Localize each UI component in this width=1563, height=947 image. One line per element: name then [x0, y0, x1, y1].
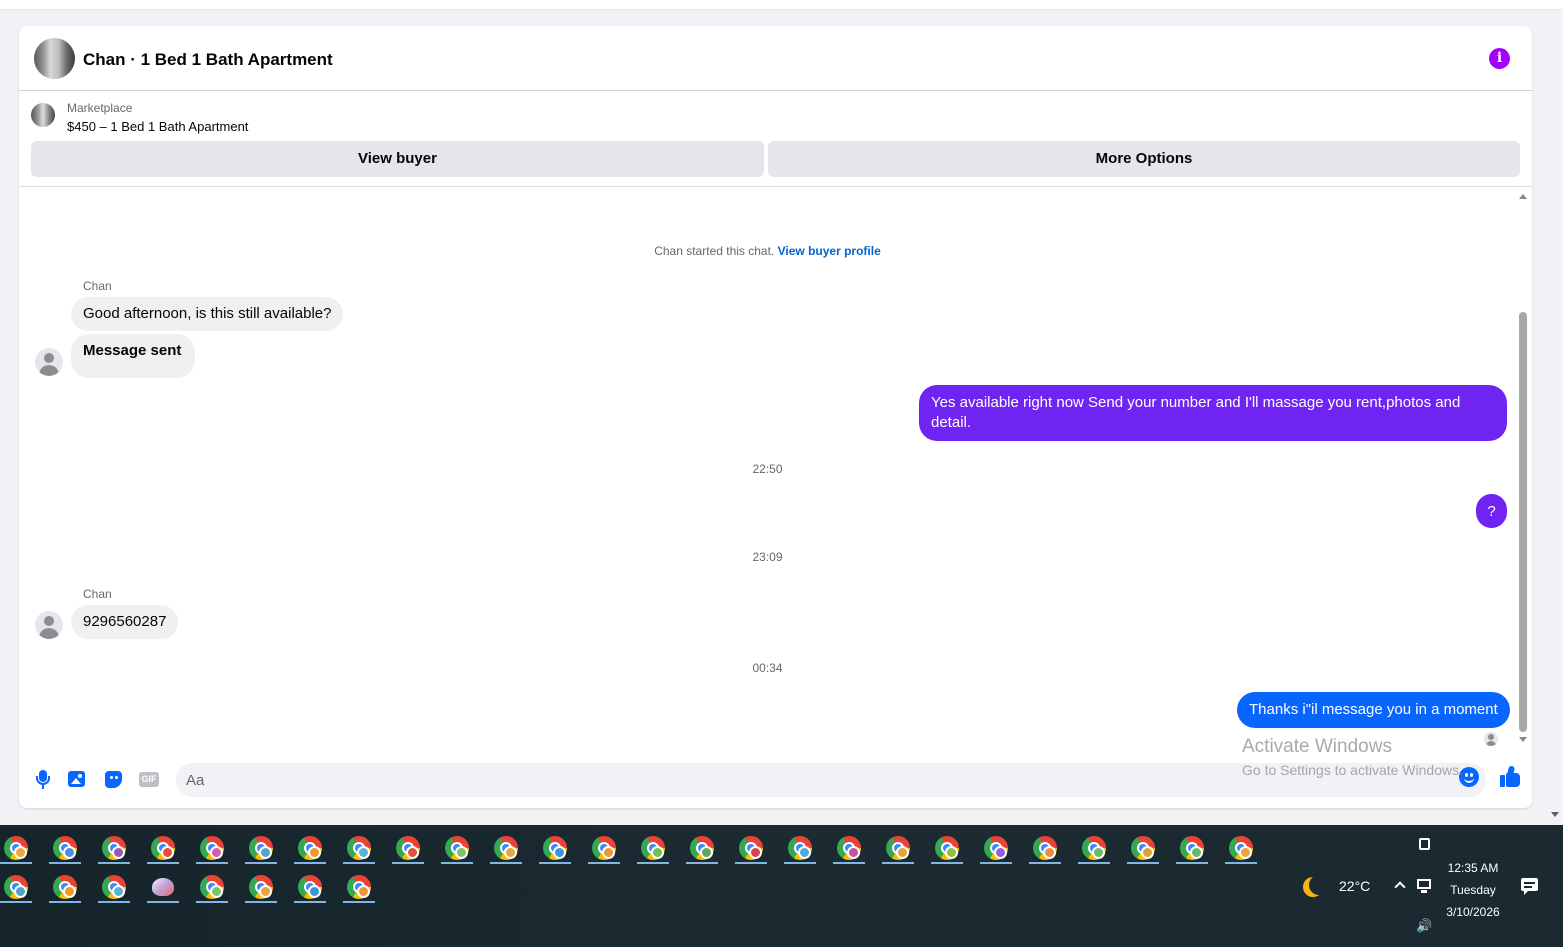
- show-hidden-icons-icon[interactable]: [1394, 881, 1406, 893]
- scroll-thumb[interactable]: [1519, 312, 1527, 732]
- network-icon[interactable]: [1417, 879, 1431, 889]
- seen-indicator-icon: [1484, 732, 1498, 746]
- activate-windows-watermark: Activate Windows Go to Settings to activ…: [1242, 736, 1463, 778]
- clock-date: 3/10/2026: [1446, 905, 1500, 919]
- weather-moon-icon[interactable]: [1309, 875, 1329, 895]
- chat-start-text: Chan started this chat.: [654, 244, 775, 258]
- microphone-icon[interactable]: [33, 768, 53, 790]
- info-icon[interactable]: i: [1489, 48, 1510, 69]
- outgoing-message[interactable]: Yes available right now Send your number…: [919, 385, 1507, 441]
- gif-label: GIF: [139, 772, 159, 787]
- photo-icon[interactable]: [67, 768, 87, 790]
- listing-thumbnail[interactable]: [31, 103, 55, 127]
- scroll-down-icon[interactable]: [1519, 737, 1527, 742]
- timestamp: 00:34: [752, 661, 783, 675]
- user-avatar-icon[interactable]: [35, 611, 63, 639]
- user-avatar-icon[interactable]: [35, 348, 63, 376]
- weather-temperature[interactable]: 22°C: [1339, 878, 1370, 894]
- sticker-icon[interactable]: [104, 768, 124, 790]
- system-tray: 22°C 🔊 12:35 AM Tuesday 3/10/2026: [0, 825, 1563, 947]
- listing-banner: Marketplace $450 – 1 Bed 1 Bath Apartmen…: [19, 91, 1532, 187]
- more-options-button[interactable]: More Options: [768, 141, 1520, 177]
- chat-scrollbar[interactable]: [1516, 188, 1530, 748]
- watermark-line-2: Go to Settings to activate Windows.: [1242, 762, 1463, 778]
- listing-price[interactable]: $450 – 1 Bed 1 Bath Apartment: [67, 119, 248, 134]
- marketplace-label: Marketplace: [67, 101, 133, 115]
- clock-time: 12:35 AM: [1447, 861, 1499, 875]
- view-buyer-button[interactable]: View buyer: [31, 141, 764, 177]
- incoming-message[interactable]: Message sent: [71, 334, 196, 378]
- taskbar-clock[interactable]: 12:35 AM Tuesday 3/10/2026: [1441, 857, 1505, 923]
- view-buyer-profile-link[interactable]: View buyer profile: [778, 244, 881, 258]
- network-icon-stand: [1421, 890, 1427, 893]
- message-thread: Chan started this chat. View buyer profi…: [19, 188, 1532, 758]
- scroll-up-icon[interactable]: [1519, 194, 1527, 199]
- outgoing-message[interactable]: Thanks i"il message you in a moment: [1237, 692, 1510, 728]
- incoming-message[interactable]: 9296560287: [71, 605, 179, 639]
- sender-name: Chan: [83, 279, 112, 293]
- timestamp: 23:09: [752, 550, 783, 564]
- page-scroll-down-icon[interactable]: [1551, 812, 1559, 817]
- incoming-message[interactable]: Good afternoon, is this still available?: [71, 297, 344, 331]
- listing-avatar[interactable]: [34, 38, 75, 79]
- browser-top-strip: [0, 0, 1563, 10]
- watermark-line-1: Activate Windows: [1242, 736, 1392, 757]
- conversation-header: Chan · 1 Bed 1 Bath Apartment i: [19, 26, 1532, 91]
- like-icon[interactable]: [1499, 765, 1521, 788]
- volume-icon[interactable]: 🔊: [1416, 918, 1432, 934]
- chat-start-note: Chan started this chat. View buyer profi…: [19, 244, 1516, 258]
- timestamp: 22:50: [752, 462, 783, 476]
- meet-now-icon[interactable]: [1419, 838, 1430, 850]
- sender-name: Chan: [83, 587, 112, 601]
- messenger-panel: Chan · 1 Bed 1 Bath Apartment i Marketpl…: [19, 26, 1532, 808]
- clock-day: Tuesday: [1450, 883, 1496, 897]
- gif-icon[interactable]: GIF: [139, 768, 159, 790]
- outgoing-message[interactable]: ?: [1476, 494, 1507, 528]
- conversation-title[interactable]: Chan · 1 Bed 1 Bath Apartment: [83, 50, 333, 70]
- notifications-icon[interactable]: [1521, 878, 1538, 895]
